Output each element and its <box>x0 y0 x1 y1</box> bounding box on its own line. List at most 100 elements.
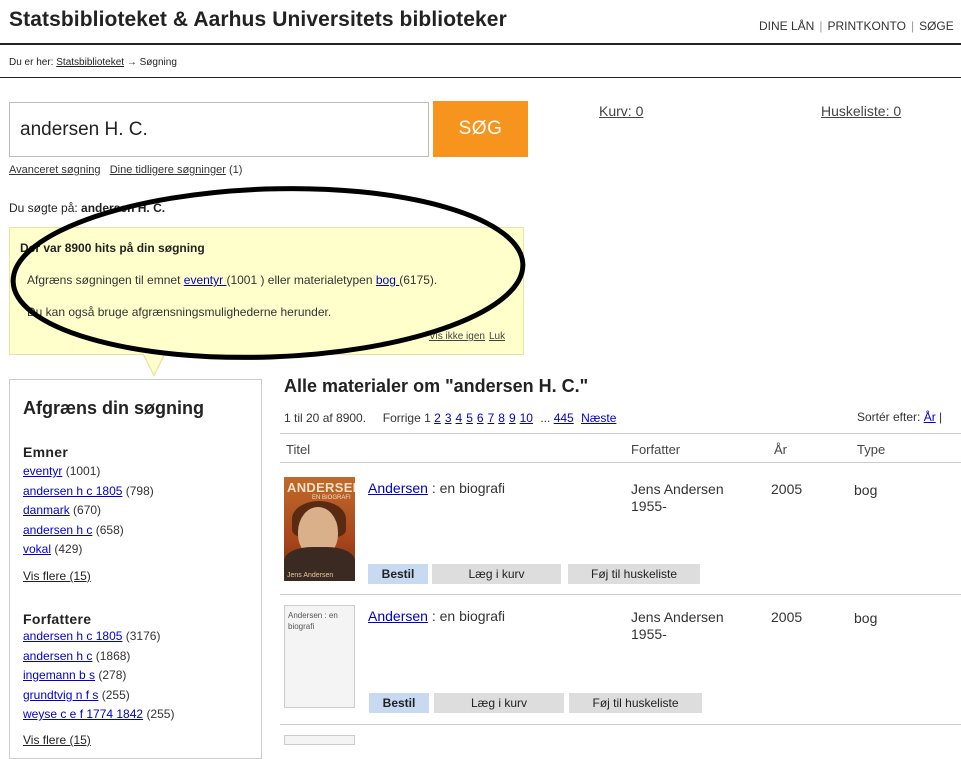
facet-count: (3176) <box>125 629 161 643</box>
next-page-link[interactable]: Næste <box>581 411 616 425</box>
subjects-show-more-link[interactable]: Vis flere (15) <box>23 569 91 583</box>
result-title: Andersen : en biografi <box>368 480 505 496</box>
facet-count: (278) <box>98 668 127 682</box>
column-header-title[interactable]: Titel <box>286 442 310 457</box>
close-notice-link[interactable]: Luk <box>489 331 505 342</box>
result-subtitle: : en biografi <box>427 608 505 624</box>
facet-subject-link[interactable]: andersen h c <box>23 523 92 537</box>
facet-count: (658) <box>95 522 124 537</box>
previous-searches-link[interactable]: Dine tidligere søgninger <box>110 164 226 176</box>
result-type: bog <box>854 610 878 626</box>
facet-author-link[interactable]: weyse c e f 1774 1842 <box>23 707 143 721</box>
page-link[interactable]: 2 <box>434 411 441 425</box>
basket-link[interactable]: Kurv: 0 <box>599 103 643 119</box>
sort-year-link[interactable]: År <box>924 410 936 424</box>
hits-suggestion-text: Afgræns søgningen til emnet <box>27 273 181 287</box>
page-link[interactable]: 4 <box>456 411 463 425</box>
nav-my-loans[interactable]: DINE LÅN <box>759 19 814 33</box>
nav-search[interactable]: SØGE <box>919 19 954 33</box>
advanced-search-link[interactable]: Avanceret søgning <box>9 164 101 176</box>
nav-print-account[interactable]: PRINTKONTO <box>827 19 905 33</box>
table-header-bottom-border <box>280 462 961 463</box>
facet-subject-link[interactable]: andersen h c 1805 <box>23 484 122 498</box>
results-title: Alle materialer om "andersen H. C." <box>284 376 589 396</box>
facet-subject-link[interactable]: danmark <box>23 503 70 517</box>
search-button[interactable]: SØG <box>433 101 528 157</box>
facet-subject-link[interactable]: vokal <box>23 542 51 556</box>
add-to-memo-button[interactable]: Føj til huskeliste <box>568 564 700 584</box>
add-to-memo-button[interactable]: Føj til huskeliste <box>569 693 702 713</box>
search-links: Avanceret søgning Dine tidligere søgning… <box>9 164 242 176</box>
search-input[interactable] <box>9 102 429 157</box>
subjects-heading: Emner <box>23 444 69 460</box>
column-header-type[interactable]: Type <box>857 442 885 457</box>
hits-notice-info: Du kan også bruge afgrænsningsmuligheder… <box>27 305 332 319</box>
header-divider <box>0 43 961 45</box>
facet-count: (1868) <box>95 648 131 663</box>
facet-subject-link[interactable]: eventyr <box>23 464 62 478</box>
current-page: 1 <box>424 411 431 425</box>
page-link[interactable]: 3 <box>445 411 452 425</box>
page-link[interactable]: 9 <box>509 411 516 425</box>
table-header-top-border <box>280 433 961 434</box>
add-to-basket-button[interactable]: Læg i kurv <box>432 564 561 584</box>
breadcrumb-arrow: → <box>126 57 137 68</box>
dont-show-again-link[interactable]: Vis ikke igen <box>429 331 485 342</box>
result-type: bog <box>854 482 878 498</box>
page-link[interactable]: 10 <box>520 411 533 425</box>
result-title: Andersen : en biografi <box>368 608 505 624</box>
breadcrumb-home-link[interactable]: Statsbiblioteket <box>56 57 124 68</box>
authors-show-more-link[interactable]: Vis flere (15) <box>23 733 91 747</box>
page-link[interactable]: 8 <box>498 411 505 425</box>
cover-placeholder-text: Andersen : en biografi <box>288 611 338 631</box>
searched-for-label: Du søgte på: <box>9 201 78 215</box>
cover-subtitle: EN BIOGRAFI <box>312 495 351 501</box>
breadcrumb: Du er her: Statsbiblioteket → Søgning <box>9 57 177 68</box>
order-button[interactable]: Bestil <box>369 693 429 713</box>
facet-author-link[interactable]: grundtvig n f s <box>23 688 98 702</box>
facet-item: andersen h c (1868) <box>23 647 174 667</box>
searched-for: Du søgte på: andersen H. C. <box>9 201 165 215</box>
hits-notice-suggestion: Afgræns søgningen til emnet eventyr (100… <box>27 273 437 287</box>
result-title-link[interactable]: Andersen <box>368 608 428 624</box>
site-title: Statsbiblioteket & Aarhus Universitets b… <box>9 8 507 31</box>
order-button[interactable]: Bestil <box>368 564 428 584</box>
facet-item: andersen h c 1805 (798) <box>23 482 154 502</box>
memo-list-link[interactable]: Huskeliste: 0 <box>821 103 901 119</box>
facet-author-link[interactable]: andersen h c 1805 <box>23 629 122 643</box>
result-author: Jens Andersen 1955- <box>631 481 724 515</box>
column-header-year[interactable]: År <box>774 442 787 457</box>
result-author-name: Jens Andersen <box>631 481 724 497</box>
result-divider <box>280 724 961 725</box>
page-link[interactable]: 7 <box>488 411 495 425</box>
result-title-link[interactable]: Andersen <box>368 480 428 496</box>
facet-item: weyse c e f 1774 1842 (255) <box>23 705 174 725</box>
subject-suggestion-link[interactable]: eventyr <box>184 273 227 287</box>
result-author: Jens Andersen 1955- <box>631 609 724 643</box>
facet-author-link[interactable]: ingemann b s <box>23 668 95 682</box>
last-page-link[interactable]: 445 <box>554 411 574 425</box>
page-link[interactable]: 5 <box>466 411 473 425</box>
sort-control: Sortér efter: År | <box>857 410 943 424</box>
add-to-basket-button[interactable]: Læg i kurv <box>434 693 564 713</box>
facet-count: (429) <box>54 542 83 556</box>
facet-sidebar-title: Afgræns din søgning <box>23 398 204 418</box>
facet-author-link[interactable]: andersen h c <box>23 649 92 663</box>
hits-notice-footer: Vis ikke igen Luk <box>425 331 505 342</box>
book-cover-image[interactable]: ANDERSEN EN BIOGRAFI Jens Andersen <box>284 477 355 581</box>
facet-item: andersen h c (658) <box>23 521 154 541</box>
facet-item: vokal (429) <box>23 540 154 560</box>
facet-item: andersen h c 1805 (3176) <box>23 627 174 647</box>
result-divider <box>280 594 961 595</box>
book-cover-placeholder[interactable] <box>284 735 355 745</box>
type-suggestion-link[interactable]: bog <box>376 273 399 287</box>
facet-item: grundtvig n f s (255) <box>23 686 174 706</box>
type-suggestion-count: (6175). <box>399 273 438 287</box>
facet-count: (670) <box>73 503 102 517</box>
book-cover-placeholder[interactable]: Andersen : en biografi <box>284 605 355 708</box>
facet-count: (798) <box>125 483 154 498</box>
prev-page-label: Forrige <box>382 411 421 425</box>
column-header-author[interactable]: Forfatter <box>631 442 680 457</box>
page-link[interactable]: 6 <box>477 411 484 425</box>
cover-author: Jens Andersen <box>287 572 334 579</box>
